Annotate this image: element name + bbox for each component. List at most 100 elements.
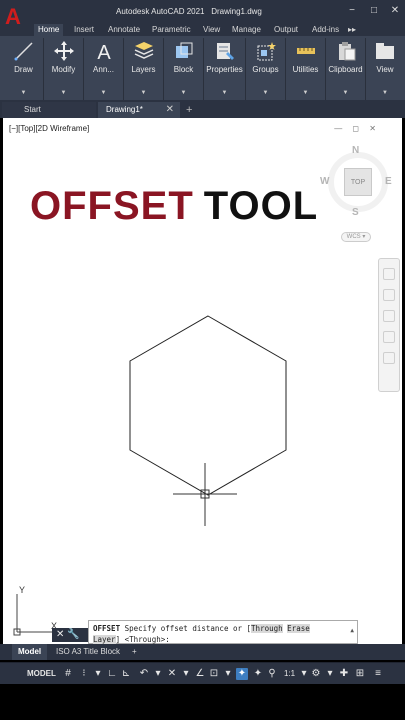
file-tab-bar: Start Drawing1* ✕ +: [0, 102, 405, 118]
panel-label: Properties: [206, 65, 243, 74]
chevron-down-icon[interactable]: ▼: [44, 90, 83, 96]
ortho-icon[interactable]: ∟: [106, 668, 118, 680]
panel-label: Block: [173, 65, 194, 74]
hexagon-shape[interactable]: [129, 315, 287, 496]
layout-tab-bar: Model ISO A3 Title Block +: [0, 644, 405, 660]
close-button[interactable]: ✕: [388, 5, 402, 17]
panel-draw[interactable]: Draw ▼: [4, 38, 44, 100]
lineweight-icon[interactable]: ∠: [194, 668, 206, 680]
selection-cycling-icon[interactable]: ⊡: [208, 668, 220, 680]
chevron-down-icon[interactable]: ▾: [298, 668, 310, 680]
minimize-button[interactable]: −: [345, 5, 359, 17]
new-tab-button[interactable]: +: [186, 102, 192, 118]
tab-manage[interactable]: Manage: [232, 24, 261, 36]
command-tools-text: ✕ 🔧: [56, 629, 80, 640]
panel-utilities[interactable]: Utilities ▼: [286, 38, 326, 100]
command-history-icon[interactable]: ▲: [350, 625, 354, 636]
panel-annotation[interactable]: A Ann... ▼: [84, 38, 124, 100]
chevron-down-icon[interactable]: ▼: [246, 90, 285, 96]
tab-drawing1-label: Drawing1*: [106, 105, 143, 114]
ucs-y-label: Y: [19, 586, 25, 595]
svg-text:A: A: [97, 42, 111, 62]
annotation-visibility-icon[interactable]: ✦: [236, 668, 248, 680]
status-bar: MODEL # ⁝ ▾ ∟ ⊾ ↶ ▾ ✕ ▾ ∠ ⊡ ▾ ✦ ✦ ⚲ 1:1 …: [0, 662, 405, 684]
tab-start[interactable]: Start: [2, 102, 96, 118]
tab-parametric[interactable]: Parametric: [152, 24, 191, 36]
panel-clipboard[interactable]: Clipboard ▼: [326, 38, 366, 100]
annotation-scale-icon[interactable]: ⚲: [266, 668, 278, 680]
panel-properties[interactable]: Properties ▼: [204, 38, 246, 100]
ribbon: Draw ▼ Modify ▼ A Ann... ▼ Layers ▼ Bloc…: [0, 36, 405, 100]
customize-menu-icon[interactable]: ≡: [372, 668, 384, 680]
command-prompt-tail: ] <Through>:: [115, 635, 170, 644]
panel-label: Ann...: [93, 65, 114, 74]
isolate-objects-icon[interactable]: ⊞: [354, 668, 366, 680]
new-layout-button[interactable]: +: [126, 644, 143, 660]
clipboard-icon: [338, 42, 355, 61]
chevron-down-icon[interactable]: ▼: [326, 90, 365, 96]
chevron-down-icon[interactable]: ▼: [204, 90, 245, 96]
panel-groups[interactable]: Groups ▼: [246, 38, 286, 100]
chevron-down-icon[interactable]: ▾: [324, 668, 336, 680]
command-line[interactable]: OFFSET Specify offset distance or [Throu…: [88, 620, 358, 644]
grid-icon[interactable]: #: [62, 668, 74, 680]
tab-output[interactable]: Output: [274, 24, 298, 36]
restore-button[interactable]: □: [367, 5, 381, 17]
model-space-button[interactable]: MODEL: [27, 668, 56, 680]
tab-drawing1[interactable]: Drawing1* ✕: [98, 102, 180, 118]
chevron-down-icon[interactable]: ▾: [222, 668, 234, 680]
view-icon: [376, 43, 394, 59]
panel-label: Groups: [252, 65, 279, 74]
chevron-down-icon[interactable]: ▼: [124, 90, 163, 96]
osnap-tracking-icon[interactable]: ↶: [138, 668, 150, 680]
option-through[interactable]: Through: [251, 624, 283, 633]
chevron-down-icon[interactable]: ▼: [286, 90, 325, 96]
object-snap-icon[interactable]: ✕: [166, 668, 178, 680]
block-icon: [175, 42, 192, 58]
tab-annotate[interactable]: Annotate: [108, 24, 140, 36]
chevron-down-icon[interactable]: ▼: [84, 90, 123, 96]
workspace-gear-icon[interactable]: ⚙: [310, 668, 322, 680]
chevron-down-icon[interactable]: ▼: [164, 90, 203, 96]
panel-modify[interactable]: Modify ▼: [44, 38, 84, 100]
chevron-down-icon[interactable]: ▾: [152, 668, 164, 680]
annotation-scale[interactable]: 1:1: [284, 668, 295, 680]
snap-icon[interactable]: ⁝: [78, 668, 90, 680]
title-bar: A Autodesk AutoCAD 2021 Drawing1.dwg − □…: [0, 0, 405, 28]
chevron-down-icon[interactable]: ▾: [180, 668, 192, 680]
panel-label: Utilities: [292, 65, 319, 74]
tab-view[interactable]: View: [203, 24, 220, 36]
option-erase[interactable]: Erase: [287, 624, 310, 633]
measure-icon: [296, 48, 315, 54]
command-line-tools[interactable]: ✕ 🔧: [52, 628, 88, 642]
tab-home[interactable]: Home: [34, 24, 64, 36]
panel-label: Layers: [131, 65, 156, 74]
tab-add-ins[interactable]: Add-ins: [312, 24, 339, 36]
drawing-area[interactable]: [−][Top][2D Wireframe] — ◻ ✕ OFFSET TOOL …: [0, 118, 405, 644]
panel-label: Modify: [51, 65, 76, 74]
tab-insert[interactable]: Insert: [74, 24, 94, 36]
auto-scale-icon[interactable]: ✦: [252, 668, 264, 680]
properties-icon: [216, 43, 234, 60]
ribbon-more-tabs-icon[interactable]: ▸▸: [348, 24, 356, 36]
command-name: OFFSET: [93, 624, 121, 633]
layers-icon: [134, 42, 153, 59]
chevron-down-icon[interactable]: ▼: [4, 90, 43, 96]
polar-icon[interactable]: ⊾: [120, 668, 132, 680]
tab-model[interactable]: Model: [12, 644, 48, 660]
panel-view[interactable]: View ▼: [366, 38, 404, 100]
chevron-down-icon[interactable]: ▾: [92, 668, 104, 680]
panel-block[interactable]: Block ▼: [164, 38, 204, 100]
drawing-geometry: [129, 315, 287, 526]
option-layer[interactable]: Layer: [93, 635, 116, 644]
window-title: Autodesk AutoCAD 2021 Drawing1.dwg: [116, 7, 262, 16]
line-icon: [14, 42, 33, 61]
close-tab-icon[interactable]: ✕: [166, 102, 174, 118]
move-icon: [53, 41, 74, 61]
panel-layers[interactable]: Layers ▼: [124, 38, 164, 100]
tab-iso-a3-title-block[interactable]: ISO A3 Title Block: [50, 644, 126, 660]
chevron-down-icon[interactable]: ▼: [366, 90, 404, 96]
plus-icon[interactable]: ✚: [338, 668, 350, 680]
crosshair-cursor: [173, 463, 237, 526]
command-prompt: Specify offset distance or [: [120, 624, 252, 633]
